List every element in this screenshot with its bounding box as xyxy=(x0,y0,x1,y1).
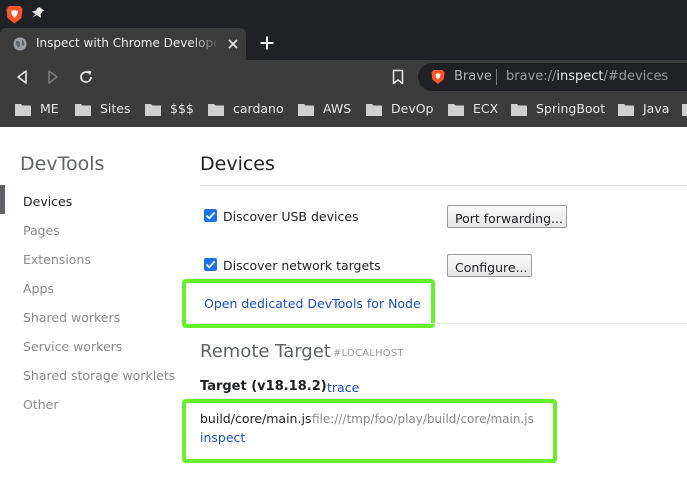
new-tab-plus-icon[interactable] xyxy=(259,35,275,51)
network-option-label: Discover network targets xyxy=(223,258,381,273)
folder-icon xyxy=(145,104,161,116)
open-node-devtools-link[interactable]: Open dedicated DevTools for Node xyxy=(204,296,421,311)
browser-toolbar: Brave brave://inspect/#devices xyxy=(0,60,687,94)
sidebar-item-shared-storage-worklets[interactable]: Shared storage worklets xyxy=(23,368,175,383)
folder-icon xyxy=(208,104,224,116)
bookmark-label: ME xyxy=(40,101,59,116)
bookmark-label: cardano xyxy=(233,101,284,116)
tab-title-fade xyxy=(190,32,220,56)
section-divider xyxy=(200,323,687,324)
checkmark-icon xyxy=(205,260,216,269)
network-checkbox[interactable] xyxy=(204,258,217,271)
bookmarks-bar: ME Sites $$$ cardano AWS DevOp ECX Sprin… xyxy=(0,94,687,127)
sidebar-item-extensions[interactable]: Extensions xyxy=(23,252,91,267)
trace-link[interactable]: trace xyxy=(327,380,359,395)
sidebar-item-devices[interactable]: Devices xyxy=(23,194,72,209)
address-url[interactable]: brave://inspect/#devices xyxy=(506,69,668,84)
window-title-strip xyxy=(0,0,687,28)
sidebar-item-service-workers[interactable]: Service workers xyxy=(23,339,122,354)
target-file: build/core/main.js xyxy=(200,411,312,426)
bookmark-label: $$$ xyxy=(170,101,194,116)
folder-icon xyxy=(448,104,464,116)
bookmark-icon[interactable] xyxy=(391,69,405,85)
folder-icon xyxy=(366,104,382,116)
checkmark-icon xyxy=(205,211,216,220)
folder-icon xyxy=(618,104,634,116)
tab-title: Inspect with Chrome Developer Tools xyxy=(36,36,216,50)
bookmark-label: DevOp xyxy=(391,101,434,116)
address-brand: Brave xyxy=(454,69,492,84)
close-icon[interactable] xyxy=(226,37,240,51)
brave-logo-icon[interactable] xyxy=(6,5,23,24)
bookmark-label: Sites xyxy=(100,101,131,116)
address-path: /#devices xyxy=(603,69,669,84)
sidebar-item-pages[interactable]: Pages xyxy=(23,223,60,238)
tab-strip: Inspect with Chrome Developer Tools xyxy=(0,28,687,60)
remote-target-subtitle: #LOCALHOST xyxy=(333,348,404,359)
target-url: file:///tmp/foo/play/build/core/main.js xyxy=(312,412,534,426)
pin-icon[interactable] xyxy=(30,6,44,22)
globe-icon xyxy=(13,37,27,51)
address-separator xyxy=(496,69,497,85)
folder-icon xyxy=(298,104,314,116)
page-content: DevTools Devices Pages Extensions Apps S… xyxy=(0,127,687,494)
sidebar-title: DevTools xyxy=(20,153,105,175)
page-title: Devices xyxy=(200,153,275,175)
bookmark-label: SpringBoot xyxy=(536,101,606,116)
address-host: inspect xyxy=(556,69,604,84)
folder-icon xyxy=(75,104,91,116)
folder-icon xyxy=(511,104,527,116)
usb-checkbox[interactable] xyxy=(204,209,217,222)
inspect-link[interactable]: inspect xyxy=(200,430,245,445)
sidebar-item-shared-workers[interactable]: Shared workers xyxy=(23,310,120,325)
folder-icon xyxy=(682,104,687,116)
bookmark-label: AWS xyxy=(323,101,352,116)
remote-target-title: Remote Target xyxy=(200,341,331,362)
folder-icon xyxy=(15,104,31,116)
title-divider xyxy=(200,185,687,186)
address-scheme: brave:// xyxy=(506,69,557,84)
target-name: Target (v18.18.2) xyxy=(200,379,327,394)
forward-icon[interactable] xyxy=(45,69,61,85)
sidebar-item-apps[interactable]: Apps xyxy=(23,281,54,296)
usb-option-label: Discover USB devices xyxy=(223,209,359,224)
bookmark-label: Java xyxy=(643,101,670,116)
reload-icon[interactable] xyxy=(78,69,94,85)
bookmark-label: ECX xyxy=(473,101,499,116)
back-icon[interactable] xyxy=(14,69,30,85)
sidebar-item-other[interactable]: Other xyxy=(23,397,59,412)
port-forwarding-button[interactable]: Port forwarding... xyxy=(447,205,567,228)
brave-shield-icon[interactable] xyxy=(431,69,445,85)
tab-inspect[interactable]: Inspect with Chrome Developer Tools xyxy=(0,28,246,60)
configure-button[interactable]: Configure... xyxy=(447,254,532,277)
active-nav-marker xyxy=(0,185,5,214)
address-bar[interactable]: Brave brave://inspect/#devices xyxy=(418,63,687,91)
